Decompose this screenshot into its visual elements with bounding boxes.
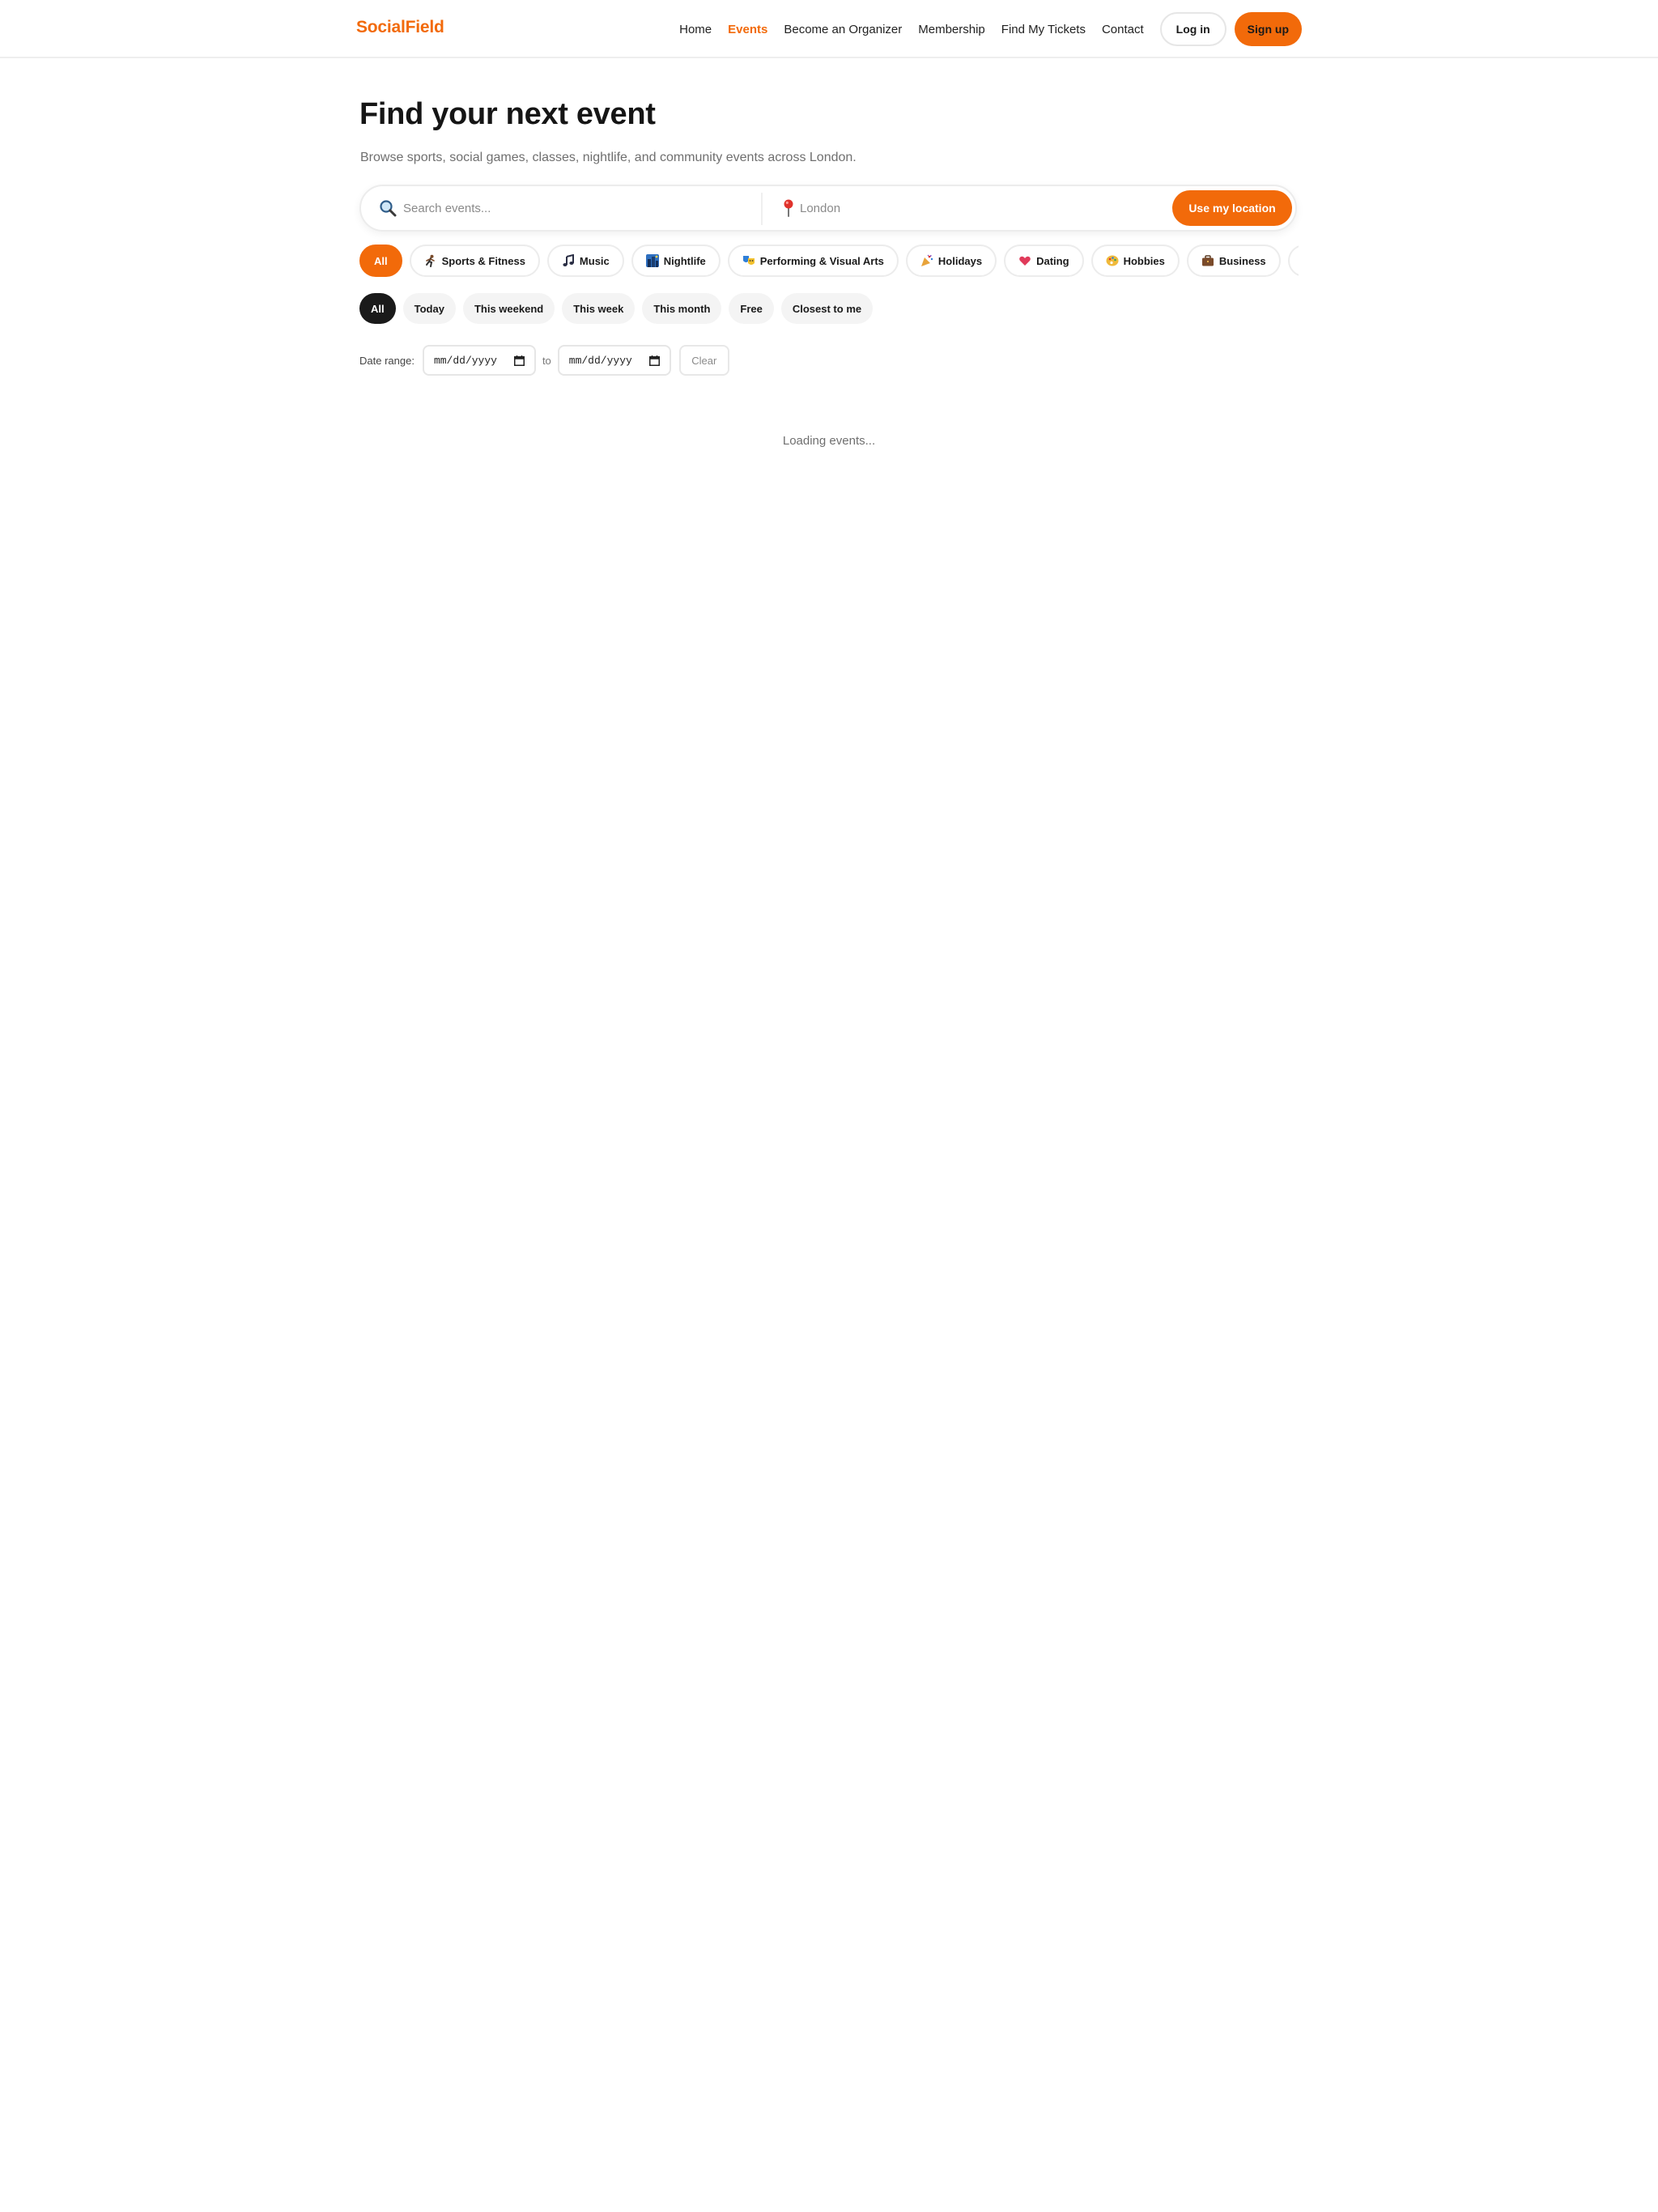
category-chip-performing-visual-arts[interactable]: Performing & Visual Arts <box>727 245 899 277</box>
time-filter-this-month[interactable]: This month <box>642 293 722 324</box>
time-filter-all[interactable]: All <box>359 293 396 324</box>
time-filter-row: All Today This weekend This week This mo… <box>359 293 880 324</box>
date-to-placeholder: mm/dd/yyyy <box>568 354 632 367</box>
nav-home[interactable]: Home <box>679 23 712 36</box>
theater-masks-icon <box>742 256 755 265</box>
category-label: Dating <box>1036 254 1069 267</box>
top-navbar: SocialField Home Events Become an Organi… <box>0 0 1658 58</box>
clear-dates-button[interactable]: Clear <box>678 345 729 376</box>
category-label: Music <box>579 254 610 267</box>
time-filter-this-weekend[interactable]: This weekend <box>462 293 555 324</box>
city-night-icon <box>645 254 659 267</box>
main-nav: Home Events Become an Organizer Membersh… <box>679 11 1302 47</box>
date-range-filter: Date range: mm/dd/yyyy to mm/dd/yyyy Cle… <box>359 345 729 376</box>
party-popper-icon <box>920 254 933 266</box>
time-filter-free[interactable]: Free <box>729 293 774 324</box>
time-filter-this-week[interactable]: This week <box>562 293 636 324</box>
nav-find-my-tickets[interactable]: Find My Tickets <box>1001 23 1086 36</box>
date-from-placeholder: mm/dd/yyyy <box>433 354 497 367</box>
nav-become-organizer[interactable]: Become an Organizer <box>784 23 902 36</box>
date-range-label: Date range: <box>359 354 414 367</box>
music-note-icon <box>563 254 574 266</box>
calendar-icon[interactable] <box>513 355 525 366</box>
signup-button[interactable]: Sign up <box>1234 12 1302 46</box>
search-divider <box>761 193 763 225</box>
category-label: Business <box>1218 254 1266 267</box>
category-label: Performing & Visual Arts <box>759 254 884 267</box>
runner-icon <box>425 254 435 267</box>
heart-icon <box>1019 256 1031 266</box>
category-label: Hobbies <box>1123 254 1165 267</box>
search-input[interactable] <box>403 194 743 222</box>
category-chip-dating[interactable]: Dating <box>1004 245 1084 277</box>
date-from-input[interactable]: mm/dd/yyyy <box>422 345 536 376</box>
date-to-input[interactable]: mm/dd/yyyy <box>557 345 671 376</box>
time-filter-closest-to-me[interactable]: Closest to me <box>780 293 874 324</box>
use-my-location-button[interactable]: Use my location <box>1172 190 1292 226</box>
nav-membership[interactable]: Membership <box>918 23 985 36</box>
category-label: All <box>374 254 388 267</box>
loading-status: Loading events... <box>782 434 876 448</box>
palette-icon <box>1106 255 1119 266</box>
category-chip-hobbies[interactable]: Hobbies <box>1090 245 1180 277</box>
brand-logo[interactable]: SocialField <box>356 18 444 37</box>
category-chip-music[interactable]: Music <box>546 245 624 277</box>
briefcase-icon <box>1201 255 1214 266</box>
page-subtitle: Browse sports, social games, classes, ni… <box>360 151 857 164</box>
location-input[interactable] <box>800 194 1124 222</box>
category-label: Sports & Fitness <box>441 254 525 267</box>
category-label: Nightlife <box>663 254 706 267</box>
location-pin-icon <box>784 199 793 217</box>
search-icon <box>380 200 397 217</box>
category-chip-nightlife[interactable]: Nightlife <box>631 245 721 277</box>
calendar-icon[interactable] <box>648 355 660 366</box>
login-button[interactable]: Log in <box>1159 12 1226 46</box>
category-filter-row: All Sports & Fitness Music Nightlife Per… <box>359 245 1299 277</box>
category-chip-business[interactable]: Business <box>1186 245 1281 277</box>
category-chip-sports-fitness[interactable]: Sports & Fitness <box>409 245 540 277</box>
category-chip-food[interactable]: F <box>1287 245 1299 277</box>
search-bar: Use my location <box>359 185 1297 232</box>
category-label: Holidays <box>937 254 983 267</box>
nav-events[interactable]: Events <box>728 23 767 36</box>
date-range-to-label: to <box>542 354 551 367</box>
category-chip-all[interactable]: All <box>359 245 402 277</box>
page-title: Find your next event <box>359 97 656 131</box>
nav-contact[interactable]: Contact <box>1102 23 1144 36</box>
category-chip-holidays[interactable]: Holidays <box>905 245 997 277</box>
time-filter-today[interactable]: Today <box>402 293 456 324</box>
